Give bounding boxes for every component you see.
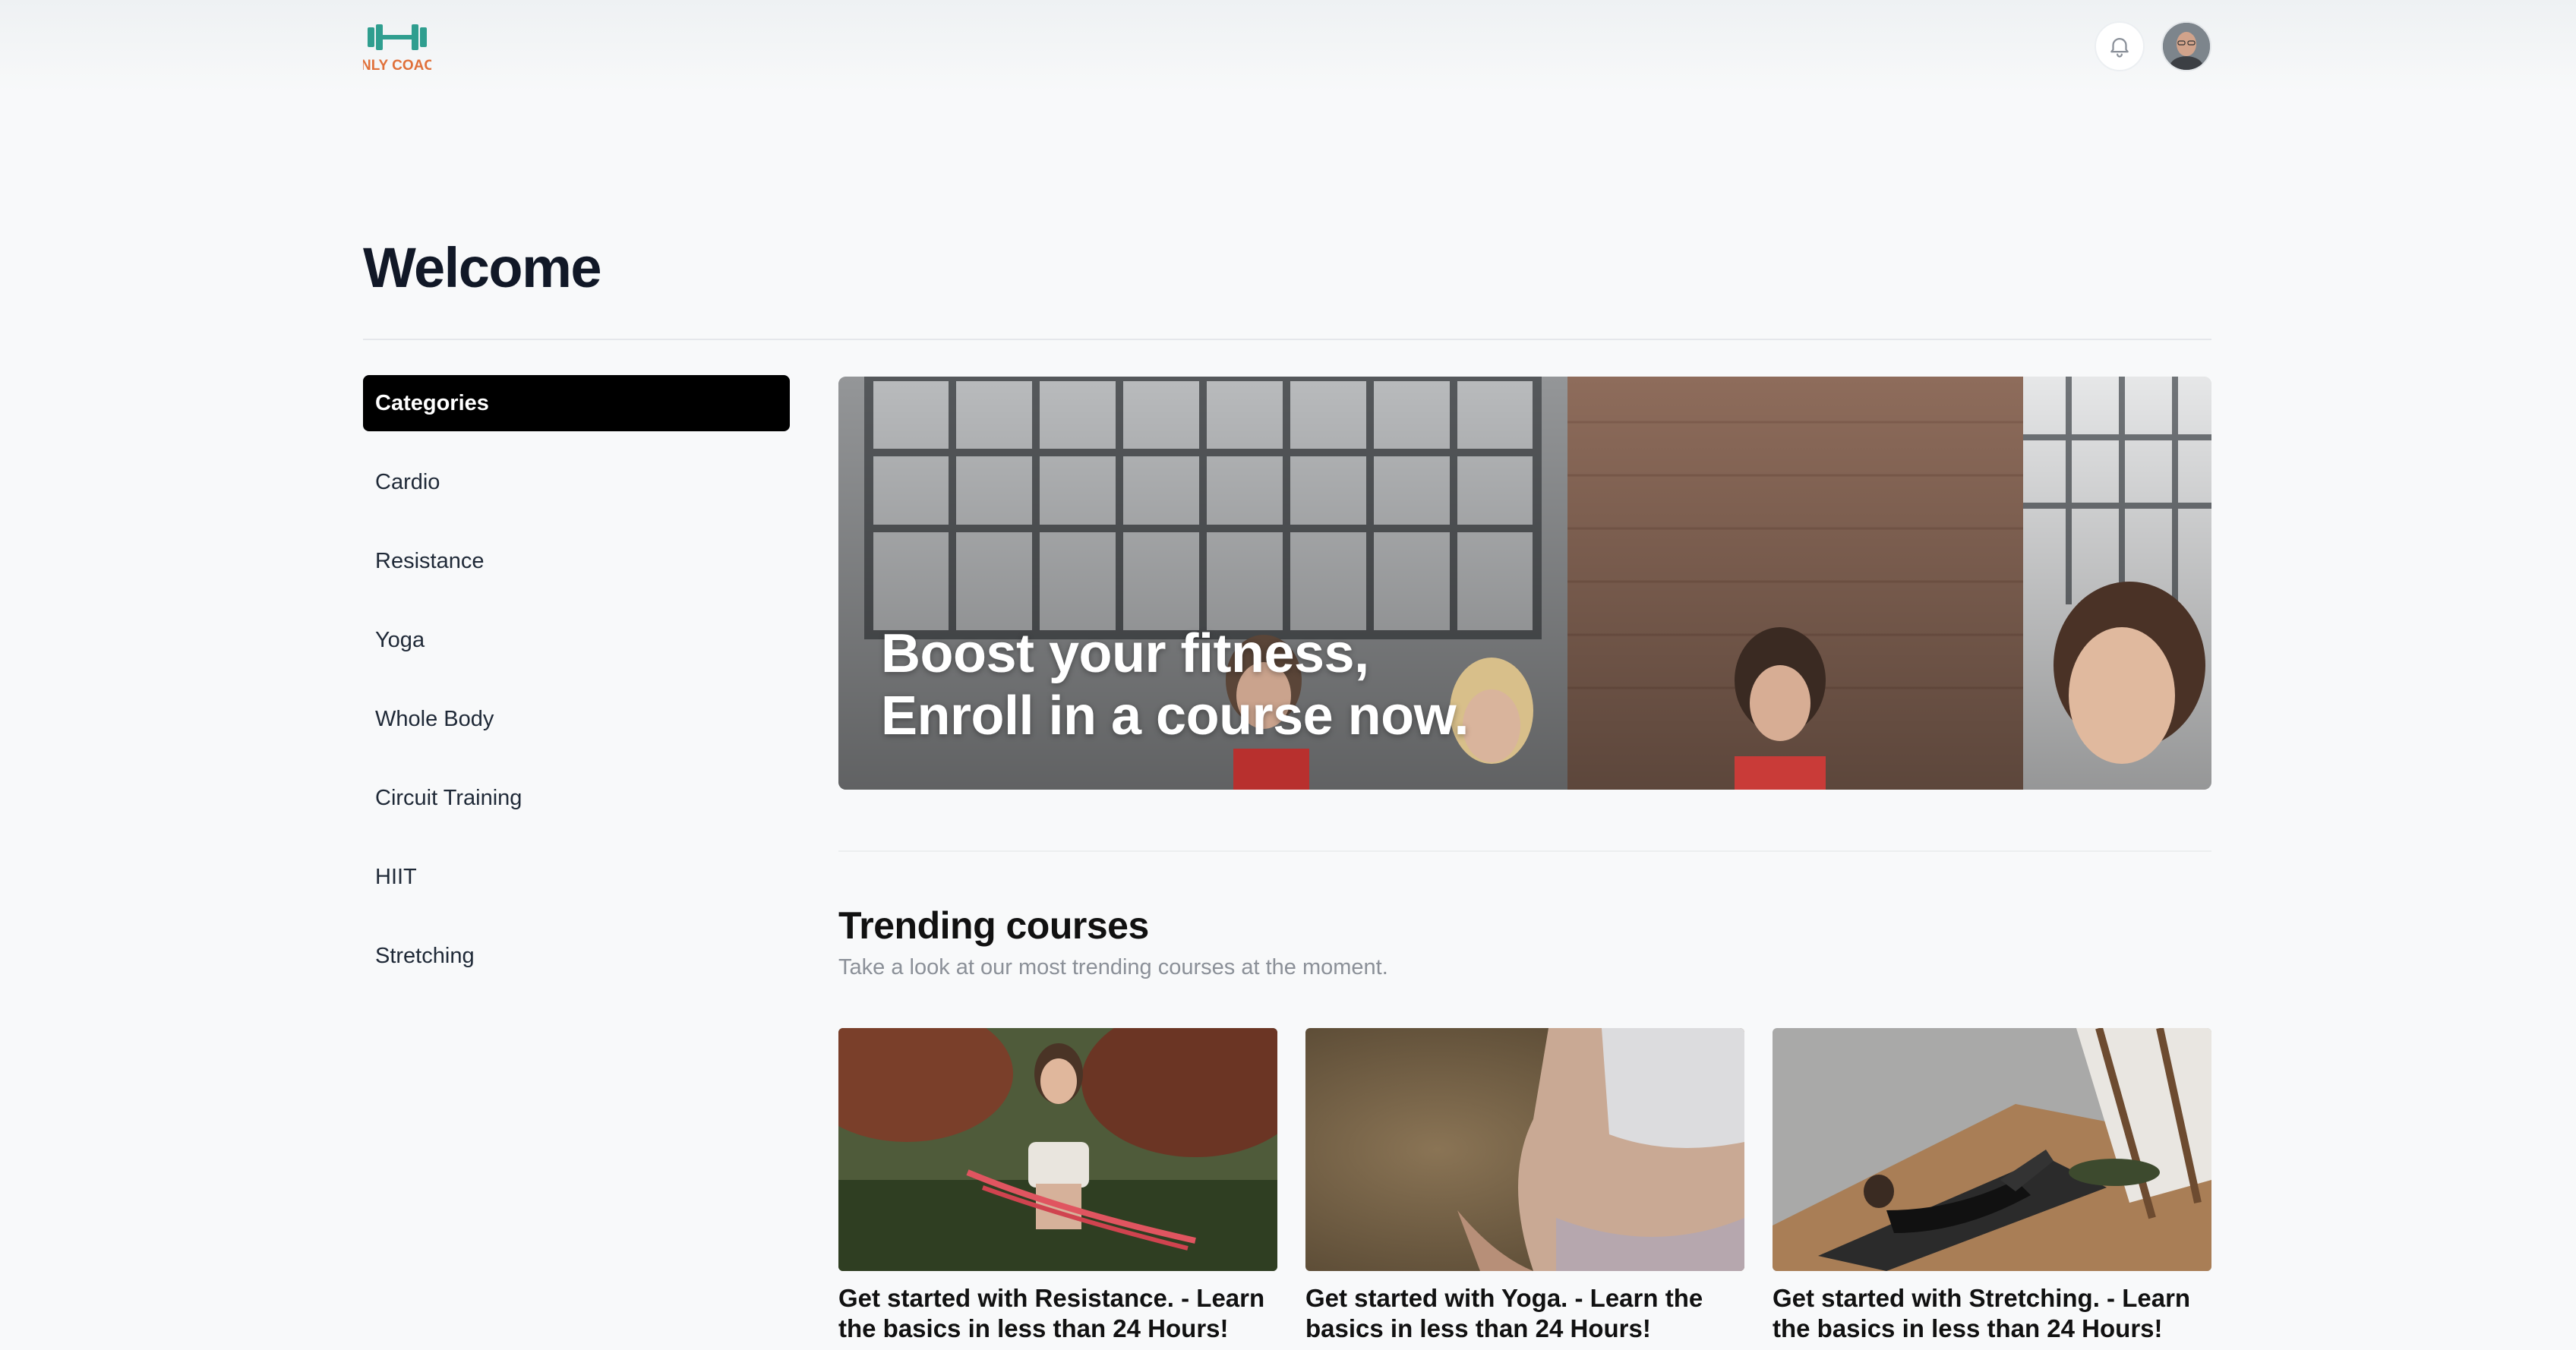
- sidebar-item-circuit-training[interactable]: Circuit Training: [363, 770, 790, 826]
- sidebar-item-cardio[interactable]: Cardio: [363, 454, 790, 510]
- course-thumbnail-resistance[interactable]: [838, 1028, 1277, 1271]
- hero-headline: Boost your fitness, Enroll in a course n…: [881, 623, 1564, 747]
- course-thumbnail-yoga[interactable]: [1305, 1028, 1744, 1271]
- course-card[interactable]: Get started with Yoga. - Learn the basic…: [1305, 1028, 1744, 1344]
- divider: [838, 850, 2211, 852]
- trending-subtitle: Take a look at our most trending courses…: [838, 955, 1388, 979]
- hero-line-2: Enroll in a course now.: [881, 686, 1469, 746]
- category-sidebar: Categories Cardio Resistance Yoga Whole …: [363, 375, 790, 1007]
- sidebar-item-hiit[interactable]: HIIT: [363, 849, 790, 905]
- notifications-button[interactable]: [2095, 21, 2145, 71]
- course-card[interactable]: Get started with Stretching. - Learn the…: [1773, 1028, 2211, 1344]
- sidebar-item-yoga[interactable]: Yoga: [363, 612, 790, 668]
- course-title[interactable]: Get started with Yoga. - Learn the basic…: [1305, 1283, 1744, 1344]
- hero-banner[interactable]: Boost your fitness, Enroll in a course n…: [838, 377, 2211, 790]
- trending-title: Trending courses: [838, 904, 1149, 947]
- sidebar-item-resistance[interactable]: Resistance: [363, 533, 790, 589]
- hero-line-1: Boost your fitness,: [881, 623, 1369, 684]
- logo-text: ONLY COACH: [363, 58, 431, 74]
- course-title[interactable]: Get started with Resistance. - Learn the…: [838, 1283, 1277, 1344]
- course-card[interactable]: Get started with Resistance. - Learn the…: [838, 1028, 1277, 1344]
- bell-icon: [2110, 38, 2129, 58]
- sidebar-item-whole-body[interactable]: Whole Body: [363, 691, 790, 747]
- course-title[interactable]: Get started with Stretching. - Learn the…: [1773, 1283, 2211, 1344]
- sidebar-item-stretching[interactable]: Stretching: [363, 928, 790, 984]
- only-coach-logo[interactable]: ONLY COACH: [349, 20, 445, 74]
- sidebar-item-categories[interactable]: Categories: [363, 375, 790, 431]
- course-thumbnail-stretching[interactable]: [1773, 1028, 2211, 1271]
- divider: [363, 339, 2211, 340]
- page-title: Welcome: [363, 236, 602, 299]
- user-avatar[interactable]: [2161, 21, 2211, 71]
